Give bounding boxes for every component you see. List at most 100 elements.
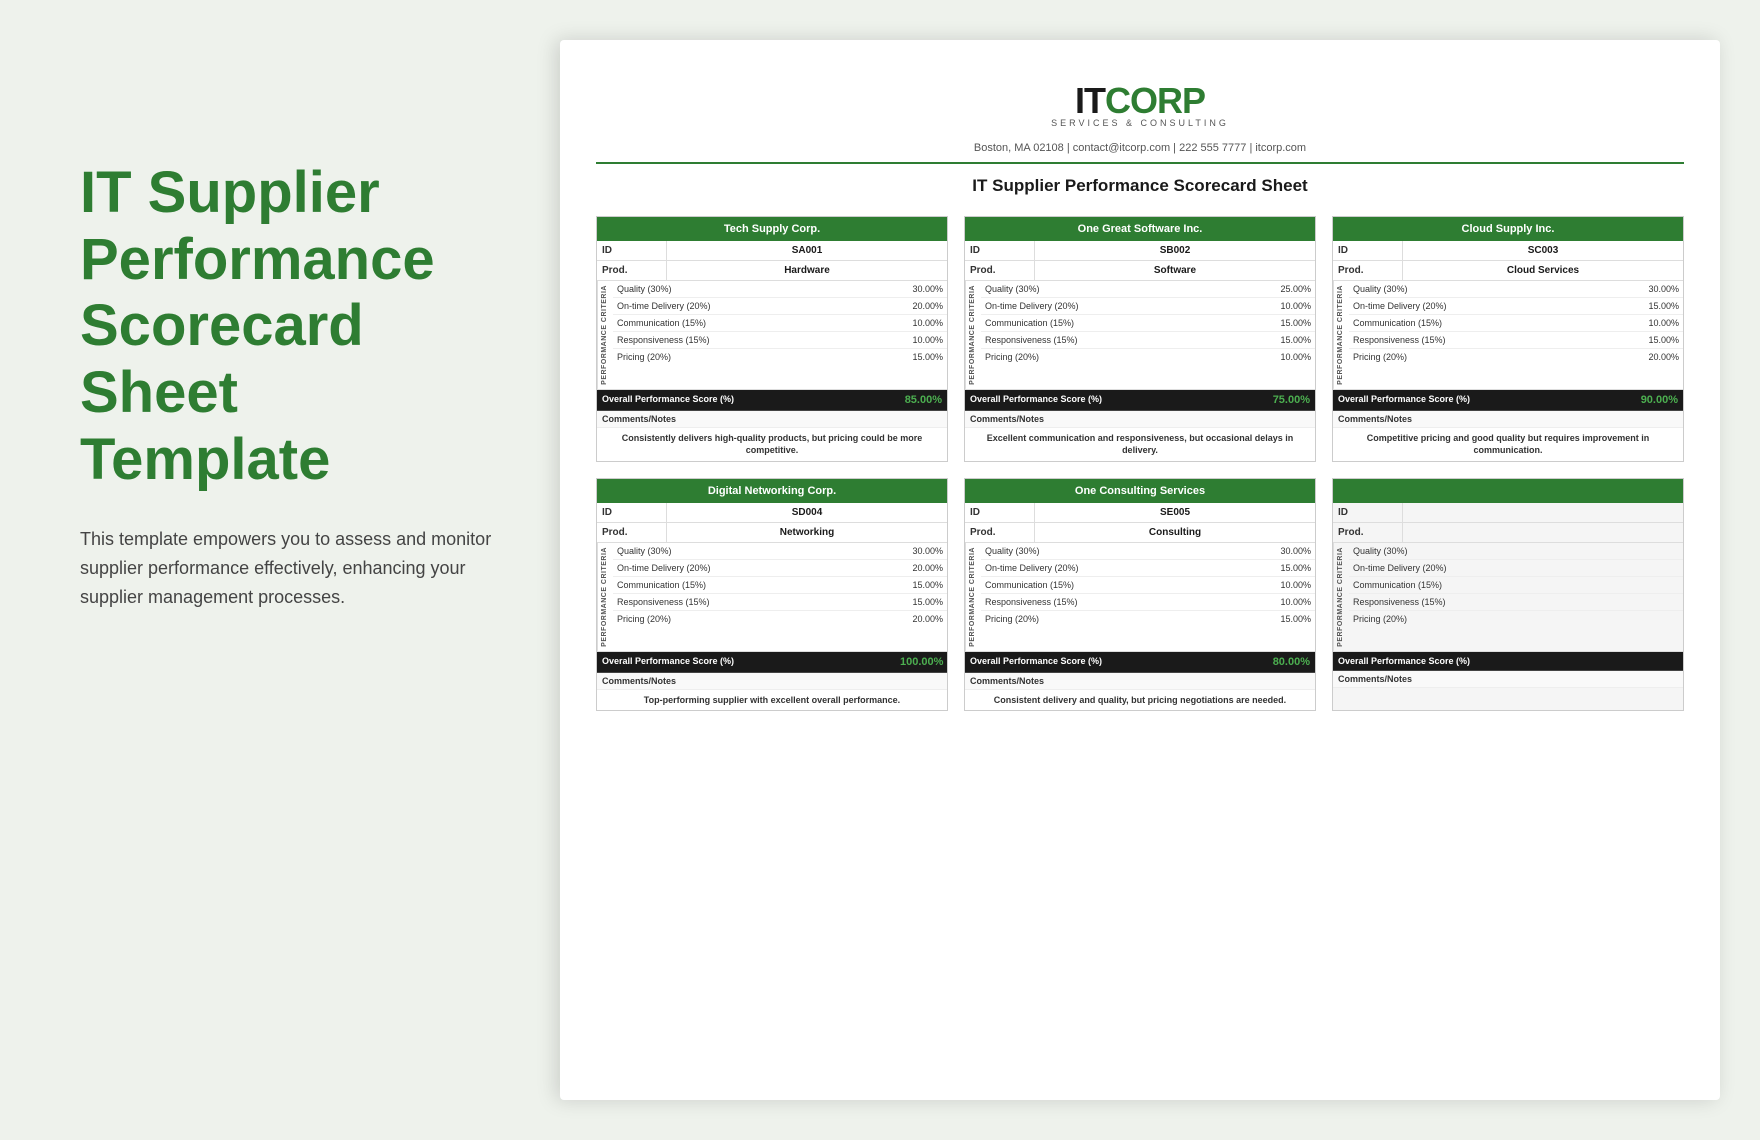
sc-prod-label-3: Prod. (597, 523, 667, 542)
sc-clabel-2: Comments/Notes (1333, 411, 1683, 428)
sc-prod-label-4: Prod. (965, 523, 1035, 542)
sc-criteria-rows-1: Quality (30%) 25.00% On-time Delivery (2… (981, 281, 1315, 389)
sc-criteria-val-4 (1635, 611, 1683, 627)
sc-cval-1-2: 15.00% (1267, 315, 1315, 331)
sc-criteria-row-2-0: Quality (30%) 30.00% (1349, 281, 1683, 298)
sc-cval-0-1: 20.00% (899, 298, 947, 314)
scorecard-4: One Consulting Services ID SE005 Prod. C… (964, 478, 1316, 711)
scorecard-2: Cloud Supply Inc. ID SC003 Prod. Cloud S… (1332, 216, 1684, 462)
sc-id-val-2: SC003 (1403, 241, 1683, 260)
sc-prod-val-3: Networking (667, 523, 947, 542)
sc-ctext-4: Consistent delivery and quality, but pri… (965, 690, 1315, 711)
sc-prod-val-1: Software (1035, 261, 1315, 280)
sc-id-label-4: ID (965, 503, 1035, 522)
sc-cname-3-1: On-time Delivery (20%) (613, 560, 899, 576)
logo-subtitle: SERVICES & CONSULTING (1051, 118, 1229, 128)
sc-cval-1-3: 15.00% (1267, 332, 1315, 348)
sc-id-val-0: SA001 (667, 241, 947, 260)
sc-cname-1-1: On-time Delivery (20%) (981, 298, 1267, 314)
sc-cval-0-4: 15.00% (899, 349, 947, 365)
sc-perf-label-4: PERFORMANCE CRITERIA (965, 543, 981, 651)
sc-overall-label-1: Overall Performance Score (%) (965, 390, 1263, 410)
sc-overall-label-4: Overall Performance Score (%) (965, 652, 1263, 672)
sc-header-3: Digital Networking Corp. (597, 479, 947, 503)
sc-cname-1-2: Communication (15%) (981, 315, 1267, 331)
sc-criteria-row-3: Responsiveness (15%) (1349, 594, 1683, 611)
sc-criteria-label: PERFORMANCE CRITERIA (1333, 543, 1349, 651)
sc-ctext-0: Consistently delivers high-quality produ… (597, 428, 947, 461)
page-description: This template empowers you to assess and… (80, 525, 500, 611)
sc-perf-label-3: PERFORMANCE CRITERIA (597, 543, 613, 651)
sc-cname-2-4: Pricing (20%) (1349, 349, 1635, 365)
sc-ctext-1: Excellent communication and responsivene… (965, 428, 1315, 461)
sc-cname-2-3: Responsiveness (15%) (1349, 332, 1635, 348)
sc-cval-4-1: 15.00% (1267, 560, 1315, 576)
sc-perf-label-0: PERFORMANCE CRITERIA (597, 281, 613, 389)
sc-overall-label-2: Overall Performance Score (%) (1333, 390, 1631, 410)
sc-criteria-row-2: Communication (15%) (1349, 577, 1683, 594)
sc-cname-2-1: On-time Delivery (20%) (1349, 298, 1635, 314)
sc-cname-4-4: Pricing (20%) (981, 611, 1267, 627)
sc-id-label-0: ID (597, 241, 667, 260)
sc-criteria-row-2-1: On-time Delivery (20%) 15.00% (1349, 298, 1683, 315)
sc-overall-label: Overall Performance Score (%) (1333, 652, 1631, 670)
sc-cval-4-2: 10.00% (1267, 577, 1315, 593)
sc-cname-2-0: Quality (30%) (1349, 281, 1635, 297)
sc-criteria-rows-3: Quality (30%) 30.00% On-time Delivery (2… (613, 543, 947, 651)
sc-id-val-3: SD004 (667, 503, 947, 522)
sc-criteria-row-4-2: Communication (15%) 10.00% (981, 577, 1315, 594)
sc-cval-2-0: 30.00% (1635, 281, 1683, 297)
sc-prod-val (1403, 523, 1683, 542)
sc-cval-3-3: 15.00% (899, 594, 947, 610)
sc-cval-2-1: 15.00% (1635, 298, 1683, 314)
sc-cval-2-3: 15.00% (1635, 332, 1683, 348)
sc-cname-4-1: On-time Delivery (20%) (981, 560, 1267, 576)
sc-ctext-2: Competitive pricing and good quality but… (1333, 428, 1683, 461)
sc-criteria-row-0-1: On-time Delivery (20%) 20.00% (613, 298, 947, 315)
sc-criteria-val-3 (1635, 594, 1683, 610)
sc-criteria-row-2-4: Pricing (20%) 20.00% (1349, 349, 1683, 365)
scorecard-1: One Great Software Inc. ID SB002 Prod. S… (964, 216, 1316, 462)
sc-cval-2-2: 10.00% (1635, 315, 1683, 331)
sc-criteria-rows-4: Quality (30%) 30.00% On-time Delivery (2… (981, 543, 1315, 651)
sc-criteria-rows-0: Quality (30%) 30.00% On-time Delivery (2… (613, 281, 947, 389)
sc-criteria-row-4-3: Responsiveness (15%) 10.00% (981, 594, 1315, 611)
sc-criteria-val-0 (1635, 543, 1683, 559)
sc-cname-3-4: Pricing (20%) (613, 611, 899, 627)
sc-cname-0-4: Pricing (20%) (613, 349, 899, 365)
scorecard-grid: Tech Supply Corp. ID SA001 Prod. Hardwar… (596, 216, 1684, 711)
sc-id-label-3: ID (597, 503, 667, 522)
sc-header-5 (1333, 479, 1683, 503)
sc-criteria-row-1-1: On-time Delivery (20%) 10.00% (981, 298, 1315, 315)
sc-header-2: Cloud Supply Inc. (1333, 217, 1683, 241)
sc-perf-label-2: PERFORMANCE CRITERIA (1333, 281, 1349, 389)
scorecard-3: Digital Networking Corp. ID SD004 Prod. … (596, 478, 948, 711)
sc-prod-label-2: Prod. (1333, 261, 1403, 280)
sc-cval-0-3: 10.00% (899, 332, 947, 348)
sc-criteria-row-1-0: Quality (30%) 25.00% (981, 281, 1315, 298)
sc-criteria-row-3-4: Pricing (20%) 20.00% (613, 611, 947, 627)
logo-it: IT (1075, 80, 1105, 122)
sc-comments-label: Comments/Notes (1333, 671, 1683, 688)
sc-criteria-row-0: Quality (30%) (1349, 543, 1683, 560)
sc-cname-3-2: Communication (15%) (613, 577, 899, 593)
sc-cval-0-2: 10.00% (899, 315, 947, 331)
sc-cval-4-3: 10.00% (1267, 594, 1315, 610)
sc-prod-val-0: Hardware (667, 261, 947, 280)
sc-criteria-row-0-4: Pricing (20%) 15.00% (613, 349, 947, 365)
sc-criteria-row-4: Pricing (20%) (1349, 611, 1683, 627)
sc-perf-label-1: PERFORMANCE CRITERIA (965, 281, 981, 389)
sc-cname-4-2: Communication (15%) (981, 577, 1267, 593)
sc-criteria-row-0-3: Responsiveness (15%) 10.00% (613, 332, 947, 349)
sc-criteria-val-1 (1635, 560, 1683, 576)
sc-criteria-rows: Quality (30%) On-time Delivery (20%) Com… (1349, 543, 1683, 651)
sc-overall-label-0: Overall Performance Score (%) (597, 390, 895, 410)
sc-overall-label-3: Overall Performance Score (%) (597, 652, 895, 672)
scorecard-5: ID Prod. PERFORMANCE CRITERIA Quality (3… (1332, 478, 1684, 711)
sc-criteria-row-3-1: On-time Delivery (20%) 20.00% (613, 560, 947, 577)
sc-clabel-0: Comments/Notes (597, 411, 947, 428)
sc-cval-1-0: 25.00% (1267, 281, 1315, 297)
sc-cname-3-3: Responsiveness (15%) (613, 594, 899, 610)
sc-overall-row-4: Overall Performance Score (%) 80.00% (965, 652, 1315, 673)
sc-overall-row-2: Overall Performance Score (%) 90.00% (1333, 390, 1683, 411)
